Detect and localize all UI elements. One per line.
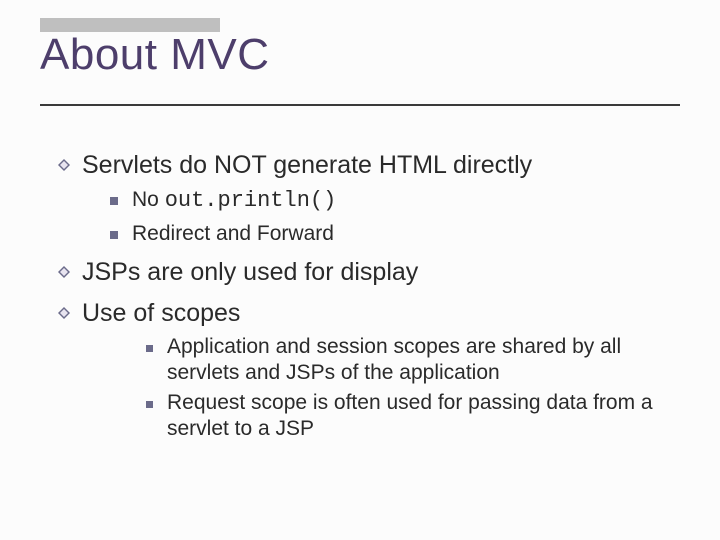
square-bullet-icon — [146, 345, 153, 352]
square-bullet-icon — [110, 197, 118, 205]
bullet-level1: Use of scopes — [58, 298, 678, 329]
bullet-text: Request scope is often used for passing … — [167, 390, 678, 443]
bullet-level2: No out.println() — [110, 187, 678, 215]
code-span: out.println() — [165, 188, 337, 213]
bullet-level2: Redirect and Forward — [110, 221, 678, 247]
square-bullet-icon — [146, 401, 153, 408]
slide-title: About MVC — [40, 30, 269, 80]
bullet-level2: Application and session scopes are share… — [146, 334, 678, 387]
diamond-bullet-icon — [58, 266, 70, 278]
bullet-text: Application and session scopes are share… — [167, 334, 678, 387]
slide: About MVC Servlets do NOT generate HTML … — [0, 0, 720, 540]
bullet-text: Servlets do NOT generate HTML directly — [82, 150, 678, 181]
title-underline — [40, 104, 680, 106]
bullet-text: JSPs are only used for display — [82, 257, 678, 288]
bullet-level1: JSPs are only used for display — [58, 257, 678, 288]
bullet-text: Redirect and Forward — [132, 221, 678, 247]
bullet-text-pre: No — [132, 188, 165, 211]
diamond-bullet-icon — [58, 307, 70, 319]
square-bullet-icon — [110, 231, 118, 239]
bullet-text: Use of scopes — [82, 298, 678, 329]
bullet-level1: Servlets do NOT generate HTML directly — [58, 150, 678, 181]
bullet-level2: Request scope is often used for passing … — [146, 390, 678, 443]
slide-body: Servlets do NOT generate HTML directly N… — [58, 140, 678, 445]
diamond-bullet-icon — [58, 159, 70, 171]
bullet-text: No out.println() — [132, 187, 678, 215]
